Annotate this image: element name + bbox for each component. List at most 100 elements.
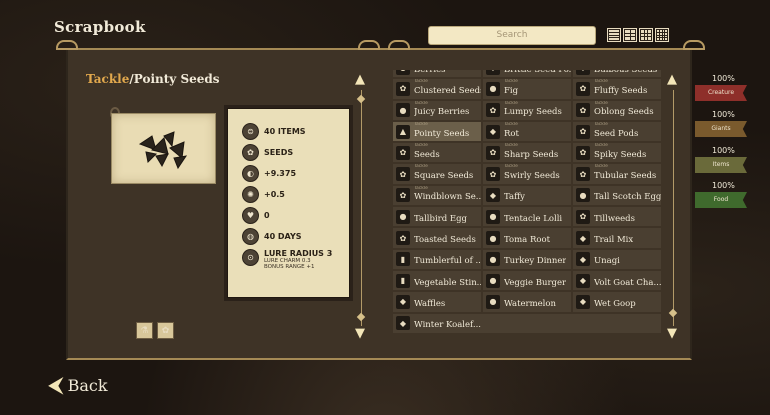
detail-scroll-up-icon[interactable]: ▲ xyxy=(355,73,365,86)
list-item[interactable]: ◆ Unagi xyxy=(573,249,661,269)
bulbous-seeds-icon: ◆ xyxy=(576,70,590,75)
list-item[interactable]: ✿ Toasted Seeds xyxy=(393,228,481,248)
list-item[interactable]: ◆ Taffy xyxy=(483,185,571,206)
list-item[interactable]: ✿ Tackle Clustered Seeds xyxy=(393,79,481,99)
pointy-seeds-icon: ▲ xyxy=(396,124,410,139)
lumpy-seeds-icon: ✿ xyxy=(486,103,500,118)
detail-scroll-track[interactable] xyxy=(361,90,362,326)
watermelon-icon: ● xyxy=(486,294,500,309)
list-item[interactable]: ● Tackle Juicy Berries xyxy=(393,100,481,120)
list-scroll-track[interactable] xyxy=(673,90,674,326)
detail-scroll-down-icon[interactable]: ▼ xyxy=(355,327,365,340)
tentacle-lolli-icon: ● xyxy=(486,209,500,224)
list-item-tag: Tackle xyxy=(414,100,428,106)
list-item[interactable]: ● Tall Scotch Eggs xyxy=(573,185,661,206)
list-item[interactable]: ✿ Tackle Seed Pods xyxy=(573,121,661,142)
item-stats-card: ⊜ 40 ITEMS ✿ SEEDS ◐ +9.375 ✺ +0.5 ♥ 0 ◍… xyxy=(227,108,350,298)
list-item-tag: Tackle xyxy=(504,100,518,106)
list-item-label: Berries xyxy=(414,70,446,75)
list-item[interactable]: ▮ Vegetable Stin... xyxy=(393,270,481,291)
list-item[interactable]: ◆ Wet Goop xyxy=(573,292,661,312)
list-item[interactable]: ✿ Tackle Square Seeds xyxy=(393,164,481,184)
panel-corner-ornament xyxy=(56,40,78,50)
plant-icon[interactable]: ✿ xyxy=(157,322,174,339)
grid-view-icon[interactable] xyxy=(655,28,669,42)
list-item[interactable]: ◆ Waffles xyxy=(393,292,481,312)
tall-scotch-eggs-icon: ● xyxy=(576,188,590,203)
list-item[interactable]: ◆TackleBulbous Seeds xyxy=(573,70,661,78)
sanity-icon: ✺ xyxy=(242,186,259,203)
winter-koalefant-icon: ◆ xyxy=(396,316,410,331)
list-item[interactable]: ▲ Tackle Pointy Seeds xyxy=(393,121,481,142)
list-item[interactable]: ▮ Tumblerful of ... xyxy=(393,249,481,269)
list-item-tag: Tackle xyxy=(414,143,428,149)
back-button[interactable]: ⮜ Back xyxy=(48,373,108,398)
swirly-seeds-icon: ✿ xyxy=(486,167,500,182)
list-item-label: Toasted Seeds xyxy=(414,235,476,246)
list-item-label: Tillweeds xyxy=(594,213,635,224)
list-item[interactable]: ✿ Tackle Fluffy Seeds xyxy=(573,79,661,99)
list-item[interactable]: ◆ Trail Mix xyxy=(573,228,661,248)
list-item[interactable]: ● Toma Root xyxy=(483,228,571,248)
list-item[interactable]: ✿ Tackle Sharp Seeds xyxy=(483,143,571,163)
trail-mix-icon: ◆ xyxy=(576,231,590,246)
list-item[interactable]: ◆TackleBrittle Seed Po... xyxy=(483,70,571,78)
item-grid: ●TackleBerries◆TackleBrittle Seed Po...◆… xyxy=(393,70,663,333)
list-item-tag: Tackle xyxy=(594,100,608,106)
category-tab-giants[interactable]: Giants xyxy=(695,121,747,137)
list-item[interactable]: ✿ Tackle Seeds xyxy=(393,143,481,163)
list-item[interactable]: ✿ Tackle Lumpy Seeds xyxy=(483,100,571,120)
volt-goat-chaud-froid-icon: ◆ xyxy=(576,273,590,288)
list-item[interactable]: ● Turkey Dinner xyxy=(483,249,571,269)
tillweeds-icon: ✿ xyxy=(576,209,590,224)
list-item-tag: Tackle xyxy=(594,143,608,149)
tumblerful-icon: ▮ xyxy=(396,252,410,267)
list-scroll-down-icon[interactable]: ▼ xyxy=(667,327,677,340)
list-item[interactable]: ● Watermelon xyxy=(483,292,571,312)
list-item-label: Trail Mix xyxy=(594,235,634,246)
windblown-seeds-icon: ✿ xyxy=(396,188,410,203)
list-item[interactable]: ◆ Volt Goat Cha... xyxy=(573,270,661,291)
turkey-dinner-icon: ● xyxy=(486,252,500,267)
detail-category[interactable]: Tackle xyxy=(86,72,129,86)
list-item[interactable]: ● Veggie Burger xyxy=(483,270,571,291)
two-column-view-icon[interactable] xyxy=(623,28,637,42)
category-tab-food[interactable]: Food xyxy=(695,192,747,208)
list-item[interactable]: ✿ Tackle Oblong Seeds xyxy=(573,100,661,120)
list-item-tag: Tackle xyxy=(504,164,518,170)
list-scroll-up-icon[interactable]: ▲ xyxy=(667,73,677,86)
spiky-seeds-icon: ✿ xyxy=(576,145,590,160)
list-item[interactable]: ✿ Tackle Windblown Se... xyxy=(393,185,481,206)
three-column-view-icon[interactable] xyxy=(639,28,653,42)
list-item-tag: Tackle xyxy=(414,185,428,191)
list-item[interactable]: ✿ Tackle Tubular Seeds xyxy=(573,164,661,184)
list-item[interactable]: ● Tackle Fig xyxy=(483,79,571,99)
square-seeds-icon: ✿ xyxy=(396,167,410,182)
seed-type-icon: ✿ xyxy=(242,144,259,161)
stat-food-type: ✿ SEEDS xyxy=(228,142,349,163)
list-item[interactable]: ◆ Tackle Rot xyxy=(483,121,571,142)
search-input[interactable]: Search xyxy=(428,26,596,45)
list-item-tag: Tackle xyxy=(504,143,518,149)
list-view-icon[interactable] xyxy=(607,28,621,42)
list-item-tag: Tackle xyxy=(594,79,608,85)
panel-corner-ornament xyxy=(683,40,705,50)
detail-item-name: Pointy Seeds xyxy=(133,72,220,86)
seeds-icon: ✿ xyxy=(396,145,410,160)
list-item[interactable]: ◆ Winter Koalef... xyxy=(393,313,661,333)
potion-icon[interactable]: ⚗ xyxy=(136,322,153,339)
list-item[interactable]: ✿ Tackle Swirly Seeds xyxy=(483,164,571,184)
category-tab-items[interactable]: Items xyxy=(695,157,747,173)
item-art-card xyxy=(111,113,216,184)
panel-top-ornament xyxy=(358,40,380,50)
list-item[interactable]: ✿ Tillweeds xyxy=(573,207,661,227)
list-item-tag: Tackle xyxy=(414,79,428,85)
back-label: Back xyxy=(67,376,108,395)
list-item[interactable]: ● Tallbird Egg xyxy=(393,207,481,227)
list-item[interactable]: ✿ Tackle Spiky Seeds xyxy=(573,143,661,163)
hunger-icon: ◐ xyxy=(242,165,259,182)
list-item-label: Watermelon xyxy=(504,298,556,309)
list-item[interactable]: ● Tentacle Lolli xyxy=(483,207,571,227)
category-tab-creature[interactable]: Creature xyxy=(695,85,747,101)
list-item[interactable]: ●TackleBerries xyxy=(393,70,481,78)
